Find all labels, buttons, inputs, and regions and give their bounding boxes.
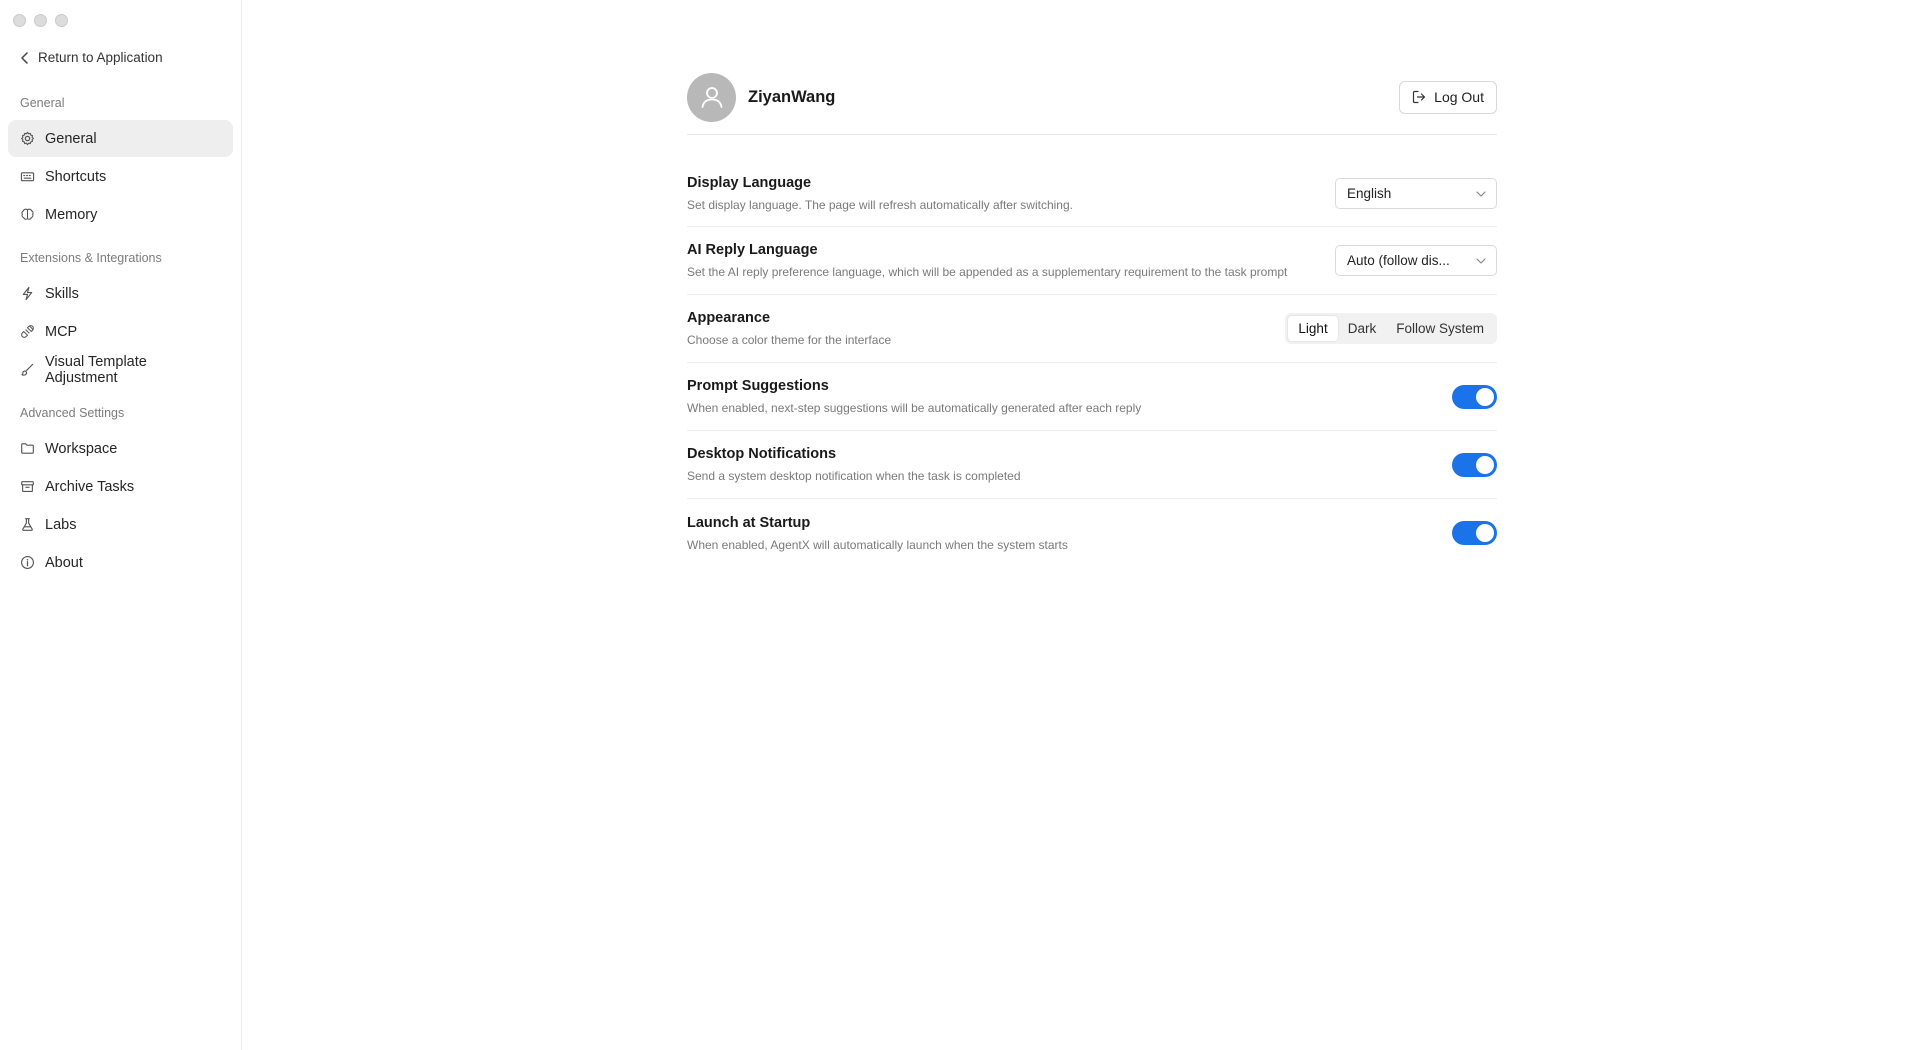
select-value: Auto (follow dis...: [1347, 253, 1450, 268]
settings-main: ZiyanWang Log Out Display Language Set d…: [242, 0, 1920, 1050]
section-label: General: [20, 96, 65, 110]
settings-nav: General General Shortcuts Memory Extensi…: [8, 92, 233, 595]
setting-text: Appearance Choose a color theme for the …: [687, 310, 891, 347]
chevron-left-icon: [21, 51, 28, 64]
sidebar-item-label: Labs: [45, 516, 77, 533]
archive-icon: [20, 479, 35, 494]
setting-title: Appearance: [687, 310, 771, 326]
setting-text: Prompt Suggestions When enabled, next-st…: [687, 378, 1141, 415]
sidebar-item-label: Archive Tasks: [45, 478, 135, 495]
sidebar-item-archive-tasks[interactable]: Archive Tasks: [8, 468, 233, 505]
appearance-segmented-control: Light Dark Follow System: [1285, 313, 1497, 344]
sidebar-item-label: Skills: [45, 285, 79, 302]
setting-description: When enabled, AgentX will automatically …: [687, 537, 1068, 552]
return-to-application-link[interactable]: Return to Application: [20, 50, 163, 65]
sidebar-item-label: Visual Template Adjustment: [45, 353, 147, 386]
appearance-option-dark[interactable]: Dark: [1338, 316, 1387, 341]
profile-info: ZiyanWang: [687, 72, 836, 122]
chevron-down-icon: [1476, 190, 1486, 197]
sidebar-item-labs[interactable]: Labs: [8, 506, 233, 543]
setting-description: Set display language. The page will refr…: [687, 198, 1073, 212]
avatar: [687, 72, 736, 122]
desktop-notifications-toggle[interactable]: [1452, 452, 1497, 477]
toggle-knob: [1476, 387, 1494, 406]
setting-title: Display Language: [687, 175, 812, 191]
nav-section-advanced: Advanced Settings Workspace Archive Task…: [8, 402, 233, 581]
setting-ai-reply-language: AI Reply Language Set the AI reply prefe…: [687, 227, 1497, 295]
setting-prompt-suggestions: Prompt Suggestions When enabled, next-st…: [687, 363, 1497, 431]
username: ZiyanWang: [748, 87, 836, 106]
window-controls: [13, 14, 68, 27]
setting-appearance: Appearance Choose a color theme for the …: [687, 295, 1497, 363]
toggle-knob: [1476, 455, 1494, 474]
setting-text: Launch at Startup When enabled, AgentX w…: [687, 515, 1068, 552]
appearance-option-light[interactable]: Light: [1288, 316, 1338, 341]
sidebar-item-general[interactable]: General: [8, 120, 233, 157]
setting-description: Send a system desktop notification when …: [687, 469, 1021, 483]
launch-at-startup-toggle[interactable]: [1452, 521, 1497, 545]
setting-launch-at-startup: Launch at Startup When enabled, AgentX w…: [687, 499, 1497, 567]
setting-description: When enabled, next-step suggestions will…: [687, 401, 1142, 415]
settings-content: ZiyanWang Log Out Display Language Set d…: [687, 72, 1497, 567]
divider: [687, 134, 1497, 135]
return-label: Return to Application: [38, 50, 163, 65]
sidebar-item-skills[interactable]: Skills: [8, 275, 233, 312]
user-icon: [701, 87, 722, 108]
section-label: Advanced Settings: [20, 406, 125, 420]
sidebar-item-about[interactable]: About: [8, 544, 233, 581]
brush-icon: [20, 362, 35, 377]
setting-title: Launch at Startup: [687, 514, 811, 531]
minimize-window-button[interactable]: [34, 14, 47, 27]
info-icon: [20, 555, 35, 570]
sidebar-item-label: Memory: [45, 206, 98, 223]
sidebar-item-shortcuts[interactable]: Shortcuts: [8, 158, 233, 195]
sidebar-item-label: Workspace: [45, 440, 118, 457]
folder-icon: [20, 441, 35, 456]
plug-icon: [20, 324, 35, 339]
setting-text: Desktop Notifications Send a system desk…: [687, 446, 1021, 483]
sidebar-item-label: General: [45, 130, 97, 147]
setting-text: AI Reply Language Set the AI reply prefe…: [687, 242, 1287, 279]
brain-icon: [20, 207, 35, 222]
setting-desktop-notifications: Desktop Notifications Send a system desk…: [687, 431, 1497, 499]
nav-section-general: General General Shortcuts Memory: [8, 92, 233, 233]
maximize-window-button[interactable]: [55, 14, 68, 27]
setting-text: Display Language Set display language. T…: [687, 175, 1073, 212]
appearance-option-follow-system[interactable]: Follow System: [1386, 316, 1494, 341]
setting-description: Set the AI reply preference language, wh…: [687, 265, 1288, 279]
logout-icon: [1413, 90, 1426, 104]
display-language-select[interactable]: English: [1335, 178, 1497, 209]
setting-display-language: Display Language Set display language. T…: [687, 161, 1497, 227]
section-label: Extensions & Integrations: [20, 251, 162, 265]
chevron-down-icon: [1476, 257, 1486, 264]
flask-icon: [20, 517, 35, 532]
setting-description: Choose a color theme for the interface: [687, 333, 892, 347]
sidebar-item-label: Shortcuts: [45, 168, 107, 185]
setting-title: Prompt Suggestions: [687, 378, 829, 394]
log-out-label: Log Out: [1434, 89, 1484, 105]
sidebar: Return to Application General General Sh…: [0, 0, 242, 1050]
sidebar-item-workspace[interactable]: Workspace: [8, 430, 233, 467]
settings-window: Return to Application General General Sh…: [0, 0, 1920, 1050]
toggle-knob: [1476, 524, 1494, 542]
settings-list: Display Language Set display language. T…: [687, 161, 1497, 567]
sidebar-item-mcp[interactable]: MCP: [8, 313, 233, 350]
sidebar-item-memory[interactable]: Memory: [8, 196, 233, 233]
profile-header: ZiyanWang Log Out: [687, 72, 1497, 122]
ai-reply-language-select[interactable]: Auto (follow dis...: [1335, 245, 1497, 276]
prompt-suggestions-toggle[interactable]: [1452, 384, 1497, 409]
sidebar-item-label: MCP: [45, 323, 78, 340]
log-out-button[interactable]: Log Out: [1399, 80, 1497, 114]
sidebar-item-label: About: [45, 554, 83, 571]
lightning-icon: [20, 286, 35, 301]
close-window-button[interactable]: [13, 14, 26, 27]
nav-section-extensions: Extensions & Integrations Skills MCP Vis…: [8, 247, 233, 388]
gear-icon: [20, 131, 35, 146]
setting-title: AI Reply Language: [687, 242, 818, 258]
select-value: English: [1347, 186, 1392, 201]
sidebar-item-visual-template-adjustment[interactable]: Visual Template Adjustment: [8, 351, 233, 388]
setting-title: Desktop Notifications: [687, 446, 837, 462]
keyboard-icon: [20, 169, 35, 184]
